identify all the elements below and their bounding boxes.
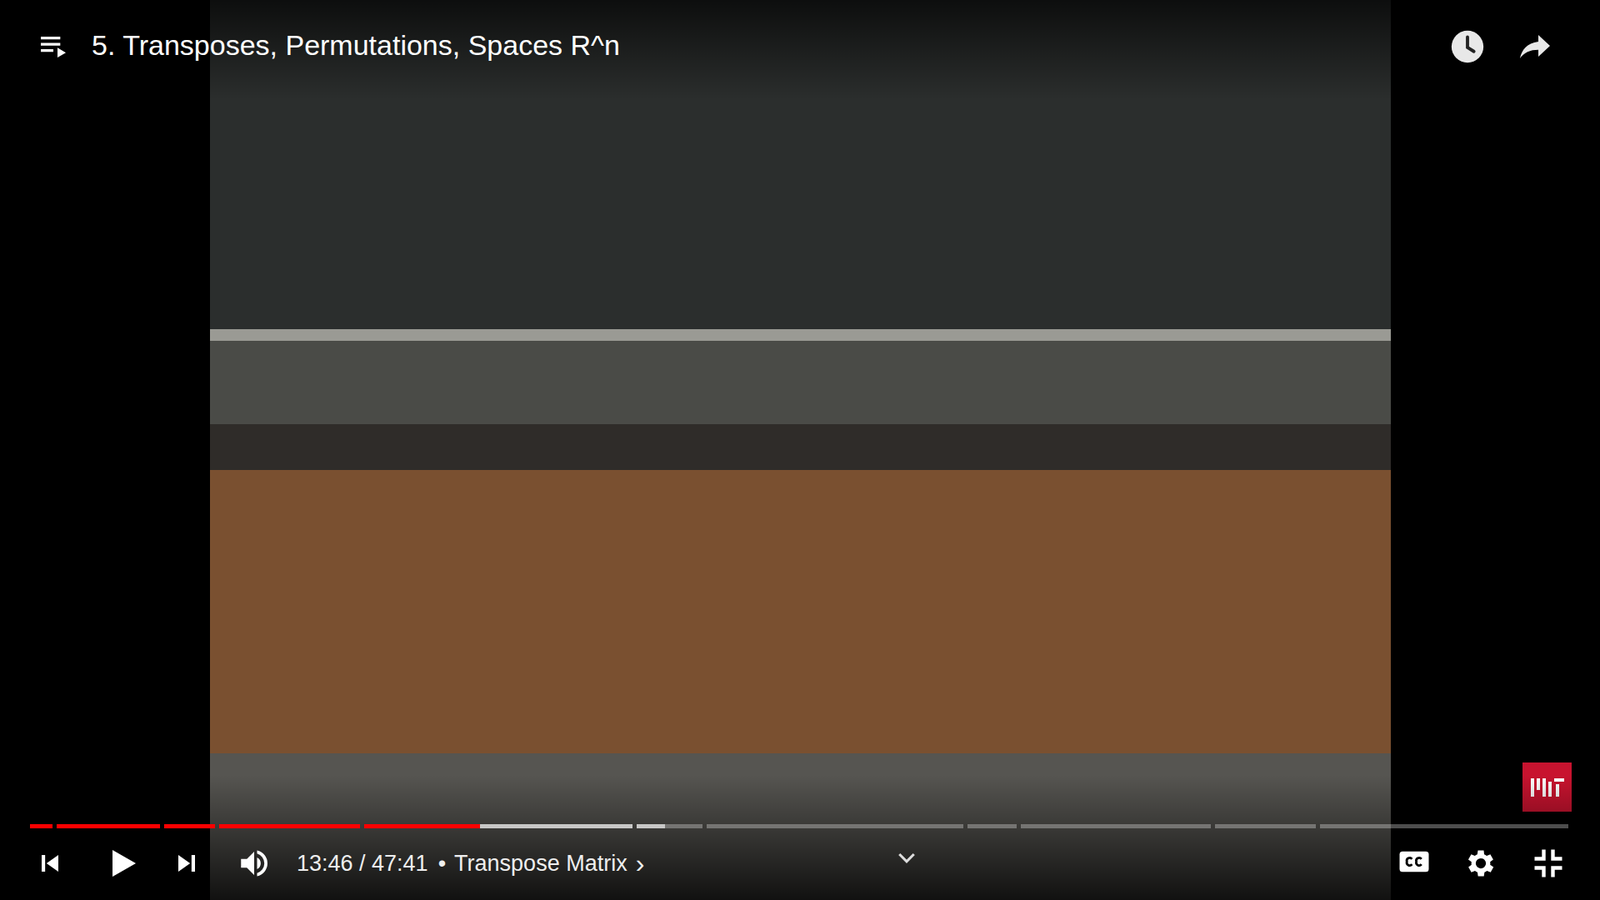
control-bar: 13:46 / 47:41 • Transpose Matrix › xyxy=(0,775,1600,900)
gear-icon[interactable] xyxy=(1463,845,1499,881)
separator: • xyxy=(438,846,446,881)
chapter-arrow[interactable]: › xyxy=(635,843,645,884)
exit-fullscreen-icon xyxy=(1530,845,1567,882)
video-frame[interactable] xyxy=(210,0,1391,900)
captions-icon xyxy=(1396,844,1432,880)
progress-bar[interactable] xyxy=(30,824,1570,829)
fullscreen-button[interactable] xyxy=(1530,845,1567,882)
play-button[interactable] xyxy=(100,840,145,886)
chapter-segment[interactable] xyxy=(1320,824,1569,829)
video-player[interactable]: 5. Transposes, Permutations, Spaces R^n … xyxy=(0,0,1600,900)
chapter-segment[interactable] xyxy=(56,824,160,829)
previous-icon[interactable] xyxy=(33,846,67,880)
chapter-segment[interactable] xyxy=(364,824,633,829)
played-fill xyxy=(30,824,53,829)
buffered-fill xyxy=(636,824,665,829)
played-fill xyxy=(56,824,160,829)
played-fill xyxy=(219,824,360,829)
next-icon[interactable] xyxy=(170,846,204,880)
played-fill xyxy=(164,824,215,829)
playlist-icon[interactable] xyxy=(36,28,70,62)
chapter-segment[interactable] xyxy=(967,824,1017,829)
video-title[interactable]: 5. Transposes, Permutations, Spaces R^n xyxy=(91,25,1427,65)
chapter-segment[interactable] xyxy=(706,824,963,829)
play-icon xyxy=(102,843,143,884)
chevron-down-icon[interactable] xyxy=(894,845,920,871)
chapter-title[interactable]: • Transpose Matrix › xyxy=(438,843,645,884)
chapter-segment[interactable] xyxy=(1215,824,1315,829)
chapter-segment[interactable] xyxy=(636,824,703,829)
chapter-segment[interactable] xyxy=(1020,824,1211,829)
time-display: 13:46 / 47:41 xyxy=(296,846,429,881)
clock-icon[interactable] xyxy=(1448,27,1487,66)
volume-icon[interactable] xyxy=(236,845,272,881)
chapter-label[interactable]: Transpose Matrix xyxy=(454,846,628,881)
share-icon[interactable] xyxy=(1515,26,1555,67)
top-bar: 5. Transposes, Permutations, Spaces R^n xyxy=(0,0,1600,100)
captions-button[interactable] xyxy=(1396,844,1432,883)
played-fill xyxy=(364,824,480,829)
chapter-segment[interactable] xyxy=(164,824,215,829)
chapter-segment[interactable] xyxy=(219,824,360,829)
chapter-segment[interactable] xyxy=(30,824,53,829)
